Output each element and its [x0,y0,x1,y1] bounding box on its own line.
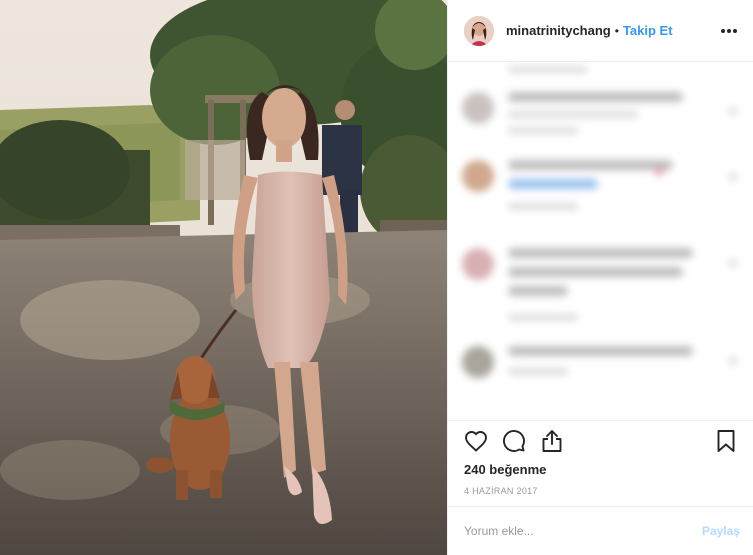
author-username[interactable]: minatrinitychang [506,23,611,38]
instagram-post: minatrinitychang • Takip Et 240 beğenme … [0,0,753,555]
more-options-icon[interactable] [719,21,739,41]
comment-input[interactable] [464,524,702,538]
bookmark-icon[interactable] [714,429,738,453]
post-header: minatrinitychang • Takip Et [448,0,753,62]
post-image [0,0,447,555]
comment-item [462,346,693,384]
commenter-avatar [462,248,494,280]
follow-button[interactable]: Takip Et [623,23,673,38]
post-photo[interactable] [0,0,447,555]
heart-icon[interactable] [464,429,488,453]
commenter-avatar [462,346,494,378]
share-icon[interactable] [540,429,564,453]
commenter-avatar [462,160,494,192]
comment-item [462,248,693,330]
comment-item [462,92,683,143]
comment-item [462,160,673,219]
comment-icon[interactable] [502,429,526,453]
likes-count[interactable]: 240 beğenme [464,462,738,477]
header-separator: • [614,23,619,38]
action-icons [464,421,738,461]
comments-list [448,62,753,420]
post-date[interactable]: 4 HAZİRAN 2017 [464,486,738,496]
post-sidebar: minatrinitychang • Takip Et 240 beğenme … [447,0,753,555]
comment-item [462,66,588,82]
commenter-avatar [462,92,494,124]
post-comment-button[interactable]: Paylaş [702,524,740,538]
comment-composer: Paylaş [448,506,753,555]
author-avatar[interactable] [464,15,494,46]
post-actions: 240 beğenme 4 HAZİRAN 2017 [448,420,753,496]
